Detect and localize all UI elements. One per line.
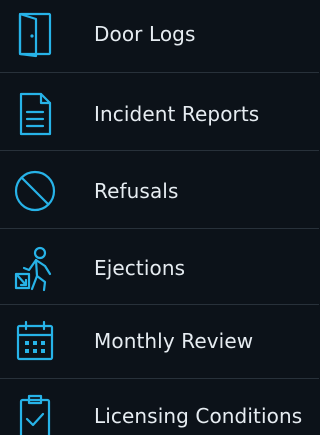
menu-item-label: Door Logs (94, 22, 196, 46)
door-icon (12, 10, 58, 58)
menu-item-licensing-conditions[interactable]: Licensing Conditions (0, 378, 319, 435)
clipboard-check-icon (12, 392, 58, 435)
ejection-person-icon (12, 244, 58, 292)
menu-item-monthly-review[interactable]: Monthly Review (0, 303, 319, 379)
navigation-menu: Door Logs Incident Reports Refusals Ejec… (0, 0, 319, 435)
divider (0, 72, 319, 73)
menu-item-label: Monthly Review (94, 329, 254, 353)
menu-item-incident-reports[interactable]: Incident Reports (0, 76, 319, 152)
menu-item-label: Ejections (94, 256, 186, 280)
menu-item-label: Refusals (94, 179, 179, 203)
menu-item-label: Licensing Conditions (94, 404, 303, 428)
divider (0, 228, 319, 229)
menu-item-door-logs[interactable]: Door Logs (0, 0, 319, 72)
calendar-icon (12, 317, 58, 365)
divider (0, 150, 319, 151)
menu-item-label: Incident Reports (94, 102, 260, 126)
prohibited-icon (12, 167, 58, 215)
menu-item-refusals[interactable]: Refusals (0, 153, 319, 229)
document-icon (12, 90, 58, 138)
menu-item-ejections[interactable]: Ejections (0, 230, 319, 306)
